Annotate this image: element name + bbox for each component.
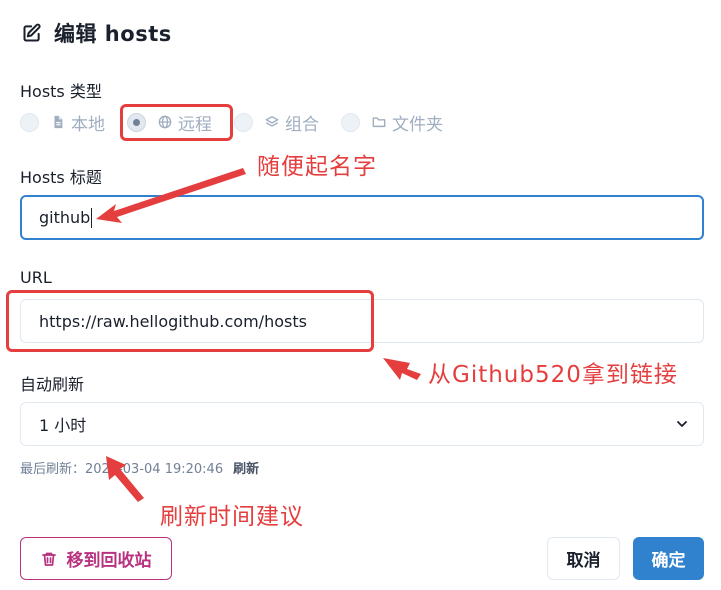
radio-local[interactable]: 本地 [20, 110, 105, 135]
radio-label: 文件夹 [392, 114, 443, 135]
hosts-title-input[interactable]: github [20, 195, 704, 240]
chevron-down-icon [677, 421, 687, 427]
hosts-type-radio-group: 本地 远程 组合 文件夹 [20, 108, 465, 136]
file-icon [54, 115, 63, 129]
hosts-title-label: Hosts 标题 [20, 168, 102, 187]
folder-icon [372, 117, 386, 128]
annotation-refresh-note: 刷新时间建议 [160, 504, 304, 530]
last-refresh-time: 2023-03-04 19:20:46 [85, 462, 224, 477]
annotation-url-note: 从Github520拿到链接 [428, 362, 678, 388]
radio-button[interactable] [234, 112, 253, 132]
dialog-header: 编辑 hosts [22, 18, 172, 48]
url-label: URL [20, 268, 52, 287]
text-caret [91, 207, 93, 228]
hosts-type-label: Hosts 类型 [20, 82, 102, 101]
arrow-to-url [383, 358, 421, 380]
confirm-label: 确定 [651, 551, 686, 571]
radio-folder[interactable]: 文件夹 [341, 110, 443, 135]
annotation-title-note: 随便起名字 [257, 154, 377, 180]
auto-refresh-selected: 1 小时 [39, 416, 87, 435]
cancel-label: 取消 [566, 551, 601, 571]
radio-group[interactable]: 组合 [234, 110, 319, 135]
trash-icon [41, 552, 56, 566]
hosts-title-value: github [39, 208, 91, 227]
radio-button[interactable] [20, 112, 39, 132]
layers-icon [265, 116, 279, 127]
confirm-button[interactable]: 确定 [633, 537, 704, 580]
cancel-button[interactable]: 取消 [547, 537, 620, 580]
auto-refresh-label: 自动刷新 [20, 375, 85, 394]
radio-label: 组合 [285, 114, 319, 135]
radio-button[interactable] [341, 112, 360, 132]
edit-icon [23, 23, 41, 42]
refresh-now-link[interactable]: 刷新 [233, 458, 259, 477]
last-refresh-label: 最后刷新： [20, 462, 86, 477]
dialog-title: 编辑 hosts [54, 22, 172, 46]
radio-label: 本地 [71, 114, 105, 135]
auto-refresh-select[interactable]: 1 小时 [20, 402, 704, 446]
last-refresh-info: 最后刷新：2023-03-04 19:20:46 刷新 [20, 458, 259, 477]
move-to-trash-button[interactable]: 移到回收站 [20, 537, 172, 580]
remote-highlight-box [120, 104, 233, 141]
url-highlight-box [6, 290, 374, 352]
move-to-trash-label: 移到回收站 [66, 551, 152, 571]
